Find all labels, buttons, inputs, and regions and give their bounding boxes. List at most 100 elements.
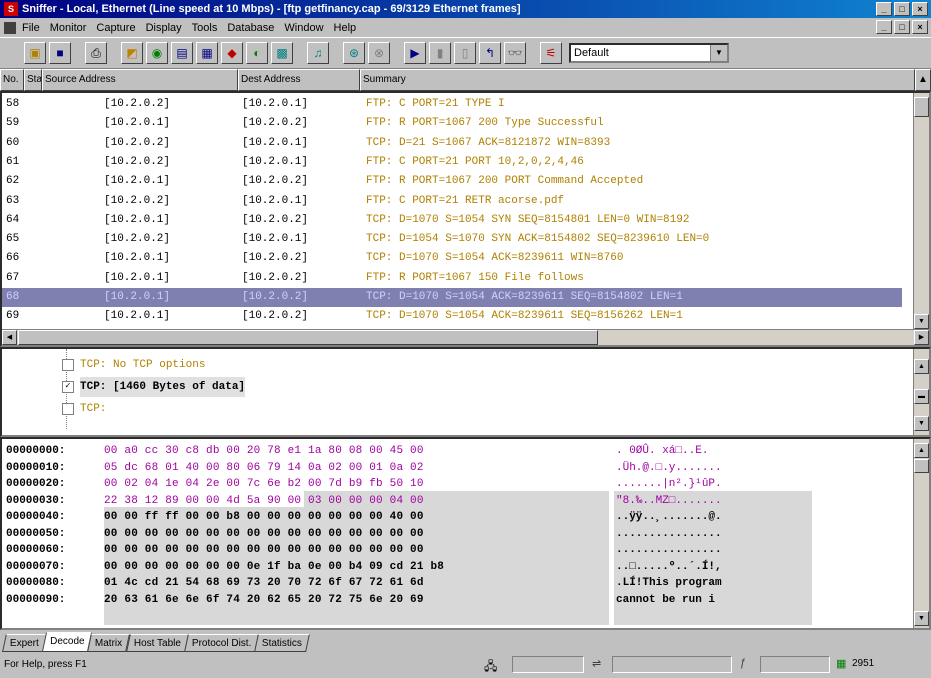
filter-icon[interactable]: ◩: [121, 42, 143, 64]
decode-icon[interactable]: ⚟: [540, 42, 562, 64]
mdi-restore-button[interactable]: □: [894, 20, 910, 34]
decode-scroll-up-arrow[interactable]: ▲: [914, 359, 929, 374]
hex-vscroll-thumb[interactable]: [914, 459, 929, 473]
table-row[interactable]: 67 [10.2.0.1] [10.2.0.2] FTP: R PORT=1067 1…: [2, 269, 902, 288]
menu-display[interactable]: Display: [146, 22, 182, 34]
column-no[interactable]: No.: [0, 69, 24, 91]
open-icon[interactable]: ▣: [24, 42, 46, 64]
protocol-icon[interactable]: ♫: [307, 42, 329, 64]
table-row-selected[interactable]: 68 [10.2.0.1] [10.2.0.2] TCP: D=1070 S=1054…: [2, 288, 902, 307]
tab-protocol-dist[interactable]: Protocol Dist.: [183, 634, 260, 652]
tab-matrix[interactable]: Matrix: [87, 634, 131, 652]
table-row[interactable]: 64 [10.2.0.1] [10.2.0.2] TCP: D=1070 S=1054…: [2, 211, 902, 230]
stop-display-icon[interactable]: ▯: [454, 42, 476, 64]
packet-list-vscroll[interactable]: ▼: [913, 93, 929, 329]
table-row[interactable]: 59 [10.2.0.1] [10.2.0.2] FTP: R PORT=1067 2…: [2, 114, 902, 133]
print-icon[interactable]: ⎙: [85, 42, 107, 64]
cell-no: 65: [6, 233, 20, 246]
define-filter-icon[interactable]: ⊛: [343, 42, 365, 64]
cell-summary: TCP: D=1070 S=1054 ACK=8239611 SEQ=81548…: [366, 291, 683, 303]
tree-node-checked-icon: ✓: [62, 381, 74, 393]
pause-icon[interactable]: ▶: [404, 42, 426, 64]
hex-ascii: .LÍ!This program: [616, 577, 722, 589]
menu-window[interactable]: Window: [284, 22, 323, 34]
menu-monitor[interactable]: Monitor: [50, 22, 87, 34]
table-row[interactable]: 62 [10.2.0.1] [10.2.0.2] FTP: R PORT=1067 2…: [2, 172, 902, 191]
table-row[interactable]: 66 [10.2.0.1] [10.2.0.2] TCP: D=1070 S=1054…: [2, 249, 902, 268]
hex-pane: 00000000: 00 a0 cc 30 c8 db 00 20 78 e1 1…: [0, 437, 931, 630]
column-dest-address[interactable]: Dest Address: [238, 69, 360, 91]
cell-summary: TCP: D=21 S=1067 ACK=8121872 WIN=8393: [366, 136, 611, 149]
network-icon: 🖧: [484, 659, 498, 673]
save-icon[interactable]: ■: [49, 42, 71, 64]
mdi-close-button[interactable]: ×: [912, 20, 928, 34]
mdi-minimize-button[interactable]: _: [876, 20, 892, 34]
decode-vscroll[interactable]: ▲ ▬ ▼: [913, 349, 929, 435]
view-tabs: Expert Decode Matrix Host Table Protocol…: [0, 630, 931, 652]
close-button[interactable]: ×: [912, 2, 928, 16]
chevron-down-icon[interactable]: ▼: [710, 45, 727, 61]
menu-database[interactable]: Database: [227, 22, 274, 34]
menu-capture[interactable]: Capture: [96, 22, 135, 34]
packet-list-hscroll[interactable]: ◀ ▶: [2, 329, 929, 345]
table-row[interactable]: 63 [10.2.0.2] [10.2.0.1] FTP: C PORT=21 RET…: [2, 192, 902, 211]
table-row[interactable]: 65 [10.2.0.2] [10.2.0.1] TCP: D=1054 S=1070…: [2, 230, 902, 249]
scroll-up-arrow[interactable]: ▲: [915, 69, 931, 91]
scroll-down-arrow[interactable]: ▼: [914, 314, 929, 329]
table-row[interactable]: 69 [10.2.0.1] [10.2.0.2] TCP: D=1070 S=1054…: [2, 307, 902, 326]
hex-scroll-down-arrow[interactable]: ▼: [914, 611, 929, 626]
table-row[interactable]: 58 [10.2.0.2] [10.2.0.1] FTP: C PORT=21 TYP…: [2, 95, 902, 114]
hex-bytes: 01 4c cd 21 54 68 69 73 20 70 72 6f 67 7…: [104, 577, 424, 589]
vscroll-thumb[interactable]: [914, 97, 929, 117]
hex-vscroll[interactable]: ▲ ▼: [913, 439, 929, 628]
minimize-button[interactable]: _: [876, 2, 892, 16]
hex-ascii: .Üh.@.□.y.......: [616, 461, 722, 474]
tab-expert[interactable]: Expert: [2, 634, 47, 652]
hex-scroll-up-arrow[interactable]: ▲: [914, 443, 929, 458]
menu-file[interactable]: File: [22, 22, 40, 34]
title-bar[interactable]: S Sniffer - Local, Ethernet (Line speed …: [0, 0, 931, 18]
status-count: 2951: [852, 658, 875, 669]
start-icon[interactable]: ⊗: [368, 42, 390, 64]
host-table-icon[interactable]: ▤: [171, 42, 193, 64]
scroll-right-arrow[interactable]: ▶: [914, 330, 929, 345]
dashboard-icon[interactable]: ◉: [146, 42, 168, 64]
column-status[interactable]: Status: [24, 69, 42, 91]
scroll-left-arrow[interactable]: ◀: [2, 330, 17, 345]
decode-line[interactable]: TCP: No TCP options: [62, 355, 205, 375]
table-row[interactable]: 60 [10.2.0.2] [10.2.0.1] TCP: D=21 S=1067 A…: [2, 134, 902, 153]
menu-tools[interactable]: Tools: [192, 22, 218, 34]
find-icon[interactable]: 👓: [504, 42, 526, 64]
column-summary[interactable]: Summary: [360, 69, 915, 91]
art-icon[interactable]: ◆: [221, 42, 243, 64]
stop-icon[interactable]: ▮: [429, 42, 451, 64]
decode-line[interactable]: TCP:: [62, 399, 106, 419]
cell-dest: [10.2.0.1]: [242, 136, 309, 149]
maximize-button[interactable]: □: [894, 2, 910, 16]
alarm-icon[interactable]: ▩: [271, 42, 293, 64]
column-source-address[interactable]: Source Address: [42, 69, 238, 91]
history-icon[interactable]: ◐: [246, 42, 268, 64]
decode-scroll-mid[interactable]: ▬: [914, 389, 929, 404]
tab-decode[interactable]: Decode: [41, 632, 93, 652]
hscroll-thumb[interactable]: [18, 330, 598, 345]
mdi-document-icon[interactable]: [4, 21, 16, 34]
decode-line-selected[interactable]: ✓ TCP: [1460 Bytes of data]: [62, 377, 246, 397]
cell-source: [10.2.0.2]: [104, 98, 171, 110]
hex-offset: 00000030:: [6, 494, 66, 507]
tab-host-table[interactable]: Host Table: [125, 634, 189, 652]
hex-bytes: 00 00 00 00 00 00 00 00 00 00 00 00 00 0…: [104, 527, 424, 540]
expert-icon[interactable]: ↰: [479, 42, 501, 64]
menu-help[interactable]: Help: [334, 22, 357, 34]
decode-scroll-down-arrow[interactable]: ▼: [914, 416, 929, 431]
table-row[interactable]: 61 [10.2.0.2] [10.2.0.1] FTP: C PORT=21 POR…: [2, 153, 902, 172]
matrix-icon[interactable]: ▦: [196, 42, 218, 64]
profile-select[interactable]: Default ▼: [569, 43, 729, 63]
tab-statistics[interactable]: Statistics: [254, 634, 311, 652]
hex-bytes: 20 63 61 6e 6e 6f 74 20 62 65 20 72 75 6…: [104, 593, 424, 606]
cell-dest: [10.2.0.2]: [242, 213, 309, 226]
profile-value: Default: [574, 47, 609, 59]
cell-no: 60: [6, 136, 20, 149]
hex-offset: 00000060:: [6, 544, 66, 556]
hex-ascii: .......|n².}¹ûP.: [616, 478, 722, 490]
